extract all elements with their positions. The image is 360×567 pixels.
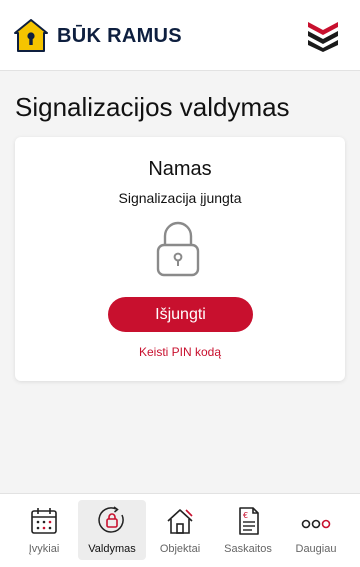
nav-label-control: Valdymas bbox=[88, 543, 136, 555]
house-icon bbox=[167, 509, 193, 534]
object-name: Namas bbox=[148, 158, 212, 180]
nav-item-events[interactable]: Įvykiai bbox=[10, 500, 78, 560]
nav-label-invoices: Saskaitos bbox=[224, 543, 272, 555]
nav-item-more[interactable]: Daugiau bbox=[282, 500, 350, 560]
brand-logo-icon bbox=[14, 19, 48, 52]
nav-item-objects[interactable]: Objektai bbox=[146, 500, 214, 560]
nav-item-invoices[interactable]: € Saskaitos bbox=[214, 500, 282, 560]
lock-icon bbox=[156, 221, 200, 277]
menu-chevrons-icon[interactable] bbox=[306, 18, 340, 52]
svg-text:€: € bbox=[243, 511, 248, 520]
alarm-status: Signalizacija įjungta bbox=[118, 190, 242, 206]
more-dots-icon bbox=[301, 519, 331, 529]
invoice-icon: € bbox=[239, 507, 259, 535]
calendar-icon bbox=[31, 508, 57, 534]
change-pin-link[interactable]: Keisti PIN kodą bbox=[15, 345, 345, 359]
nav-label-more: Daugiau bbox=[295, 543, 337, 555]
app-header: BŪK RAMUS bbox=[0, 0, 360, 71]
nav-label-events: Įvykiai bbox=[28, 543, 60, 555]
nav-label-objects: Objektai bbox=[159, 543, 201, 555]
disarm-button[interactable]: Išjungti bbox=[108, 297, 253, 332]
brand-name: BŪK RAMUS bbox=[57, 25, 182, 47]
page-title: Signalizacijos valdymas bbox=[15, 92, 290, 122]
bottom-navigation: Įvykiai Valdymas Objektai € Saskaitos Da… bbox=[0, 493, 360, 567]
alarm-control-card: Namas Signalizacija įjungta Išjungti Kei… bbox=[15, 137, 345, 381]
lock-control-icon bbox=[98, 506, 124, 533]
nav-item-control[interactable]: Valdymas bbox=[78, 500, 146, 560]
